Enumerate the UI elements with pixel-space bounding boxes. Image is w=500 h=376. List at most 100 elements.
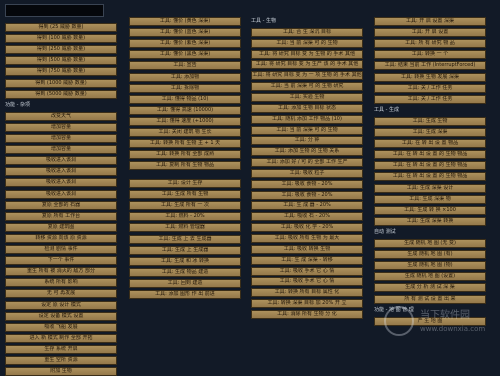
command-button[interactable]: 吸收进入该洞: [5, 178, 117, 188]
command-button[interactable]: 转移 资源 向该 原 资源: [5, 233, 117, 243]
command-button[interactable]: 检测 剧情 事件: [5, 245, 117, 254]
command-button[interactable]: 工具: 将 研究 目标 变 为 一 项 生物 的 手术 其他: [251, 71, 363, 81]
command-button[interactable]: 复原 所有 工作台: [5, 211, 117, 221]
command-button[interactable]: 工具: 当 前 深渠 可 的 生物: [251, 38, 363, 48]
command-button[interactable]: 生成 分 析 测 试 深 渠: [374, 283, 486, 293]
command-button[interactable]: 所 有 测 试 设 置 出 来: [374, 294, 486, 304]
command-button[interactable]: 工具: 懂得 速度 (+1000): [129, 116, 241, 126]
command-button[interactable]: 工具: 生成 深渠 物: [374, 194, 486, 204]
search-input[interactable]: [5, 4, 104, 17]
command-button[interactable]: 工具: 生成 深渠 设计: [374, 183, 486, 193]
command-button[interactable]: 改变天气: [5, 111, 117, 121]
command-button[interactable]: 工具: 生成 深渠 转换: [374, 216, 486, 226]
command-button[interactable]: 得到 (750 威胁 数量): [5, 67, 117, 77]
command-button[interactable]: 工具: 转换 一 个: [374, 50, 486, 60]
command-button[interactable]: 工具: 吸收 食物 - 20%: [251, 190, 363, 200]
command-button[interactable]: 无 可 再发展: [5, 289, 117, 299]
command-button[interactable]: 下一个 事件: [5, 256, 117, 266]
command-button[interactable]: 工具: 吸收 化 学 - 20%: [251, 223, 363, 233]
command-button[interactable]: 工具: 转换 所有 全部 成熟: [129, 150, 241, 160]
command-button[interactable]: 工具: 设计 生存: [129, 179, 241, 189]
command-button[interactable]: 工具: 懂价 (紫色 深渠): [129, 39, 241, 49]
command-button[interactable]: 附加 生物: [5, 367, 117, 376]
command-button[interactable]: 复原 建筑图: [5, 222, 117, 232]
command-button[interactable]: 工具: 生成 和 冰 转换: [129, 256, 241, 266]
command-button[interactable]: 进入 新 模式 制作 全部 开拓: [5, 333, 117, 343]
command-button[interactable]: 生成 随机 地 图 (物): [374, 261, 486, 271]
command-button[interactable]: 工具: 转换 生物 发展 深渠: [374, 72, 486, 82]
command-button[interactable]: 工具: 开 启 设置 深渠: [374, 17, 486, 26]
command-button[interactable]: 得到 (500 威胁 数量): [5, 56, 117, 66]
command-button[interactable]: 吸收进入该洞: [5, 156, 117, 166]
command-button[interactable]: 增加容量: [5, 134, 117, 143]
command-button[interactable]: 工具: 关 / 工作 任务: [374, 94, 486, 104]
command-button[interactable]: 重生 空所 资源: [5, 356, 117, 365]
command-button[interactable]: 吸收进入该洞: [5, 167, 117, 177]
command-button[interactable]: 工具: 懂价 (黑色 深渠): [129, 50, 241, 60]
command-button[interactable]: 工具: 将 研究 目标 变 为 生物 的 手术 其他: [251, 49, 363, 59]
command-button[interactable]: 复原 全部的 石器: [5, 200, 117, 210]
command-button[interactable]: 得到 (5000 威胁 数量): [5, 89, 117, 99]
command-button[interactable]: 工具: 回到 建造: [129, 278, 241, 288]
command-button[interactable]: 工具: 宣告: [129, 61, 241, 71]
command-button[interactable]: 增加容量: [5, 145, 117, 155]
command-button[interactable]: 工具: 在 转 出 设 置 物品: [374, 139, 486, 149]
command-button[interactable]: 工具: 懂得 物品 (10): [129, 94, 241, 104]
command-button[interactable]: 得到 (1000 威胁 数量): [5, 78, 117, 88]
command-button[interactable]: 工具: 复制 所有 生物 物品: [129, 161, 241, 171]
command-button[interactable]: 工具: 所 有 研究 物 品: [374, 39, 486, 49]
command-button[interactable]: 工具: 在 转 出 设 置 的 生物 物品: [374, 161, 486, 171]
command-button[interactable]: 工具: 分 钟: [251, 136, 363, 146]
command-button[interactable]: 工具: 生 成 器 - 20%: [251, 201, 363, 211]
command-button[interactable]: 工具: 懂得 高速 (10000): [129, 105, 241, 115]
command-button[interactable]: 工具: 当 前 深渠 可 的 生物 研究: [251, 82, 363, 92]
command-button[interactable]: 工具: 生成 物品 建造: [129, 267, 241, 277]
command-button[interactable]: 工具: 关 / 工作 任务: [374, 83, 486, 93]
command-button[interactable]: 工具: 懂价 (蓝色 深渠): [129, 28, 241, 38]
command-button[interactable]: 工具: 吸收 石 - 20%: [251, 212, 363, 222]
command-button[interactable]: 工具: 在 转 出 设 置 的 生物 物品: [374, 150, 486, 160]
command-button[interactable]: 工具: 将 研究 目标 变 为 生产 该 的 手术 其他: [251, 60, 363, 70]
command-button[interactable]: 工具: 生成 上 去 生成器: [129, 234, 241, 244]
command-button[interactable]: 工具: 拆除物: [129, 83, 241, 93]
command-button[interactable]: 得到 (250 威胁 数量): [5, 45, 117, 55]
command-button[interactable]: 工具: 懂价 (黄色 深渠): [129, 17, 241, 26]
command-button[interactable]: 工具: 生成 深渠: [374, 128, 486, 137]
command-button[interactable]: 工具: 添加物: [129, 72, 241, 82]
command-button[interactable]: 工具: 添加 图形 作 出 前进: [129, 290, 241, 300]
command-button[interactable]: 工具: 吸收 转换 生物: [251, 244, 363, 254]
command-button[interactable]: 工具: 开 启 设置: [374, 28, 486, 38]
command-button[interactable]: 工具: 生成 生物: [374, 116, 486, 126]
command-button[interactable]: 工具: 吸收 粒子: [251, 168, 363, 178]
command-button[interactable]: 工具: 吸收 手术 它 心 情: [251, 266, 363, 276]
command-button[interactable]: 工具: 当 前 深渠 可 的 生物: [251, 125, 363, 135]
command-button[interactable]: 生成 随机 地 图 (无 变): [374, 239, 486, 248]
command-button[interactable]: 得到 (100 威胁 数量): [5, 34, 117, 44]
command-button[interactable]: 生成 随机 地 图 (有): [374, 250, 486, 260]
command-button[interactable]: 工具: 合 生 深沉 目标: [251, 27, 363, 37]
command-button[interactable]: 工具: 吸收 所有 生物 为 最大: [251, 234, 363, 243]
command-button[interactable]: 工具: 在 转 出 设 置 的 生物 物品: [374, 172, 486, 182]
command-button[interactable]: 工具: 添加 好 / 可 的 全部 工作 生产: [251, 158, 363, 168]
command-button[interactable]: 工具: 吸收 手术 它 心 情: [251, 277, 363, 287]
command-button[interactable]: 工具: 结束 当前 工作 (InterruptForced): [374, 61, 486, 71]
command-button[interactable]: 吸收进入该洞: [5, 189, 117, 199]
command-button[interactable]: 工具: 实验 生物: [251, 92, 363, 102]
command-button[interactable]: 工具: 燃料 - 20%: [129, 212, 241, 222]
command-button[interactable]: 设定 原 设计 模式: [5, 300, 117, 310]
command-button[interactable]: 工具: 生成 所有 生物: [129, 190, 241, 200]
command-button[interactable]: 工具: 添加 生物 目标 状态: [251, 103, 363, 113]
command-button[interactable]: 吸收 飞船 发展: [5, 322, 117, 332]
command-button[interactable]: 生成 随机 地 图 (设置): [374, 272, 486, 282]
command-button[interactable]: 工具: 关闭 建筑 物 生长: [129, 128, 241, 137]
command-button[interactable]: 工具: 消除 所有 生物 分 化: [251, 309, 363, 319]
command-button[interactable]: 工具: 生成 所有 一 次: [129, 201, 241, 211]
command-button[interactable]: 系统 所有 影响: [5, 278, 117, 288]
command-button[interactable]: 重生 所有 被 消灭的 敌方 部分: [5, 267, 117, 277]
command-button[interactable]: 工具: 随机 添加 工作 物品 (10): [251, 114, 363, 124]
command-button[interactable]: 工具: 生 成 深渠 - 转移: [251, 255, 363, 265]
command-button[interactable]: 工具: 转换 深渠 目标 加 20% 开 立: [251, 299, 363, 309]
command-button[interactable]: 工具: 燃料 管理器: [129, 223, 241, 233]
command-button[interactable]: 工具: 添加 生物 的 生物 关系: [251, 147, 363, 157]
command-button[interactable]: 生存 系统 开启: [5, 344, 117, 354]
